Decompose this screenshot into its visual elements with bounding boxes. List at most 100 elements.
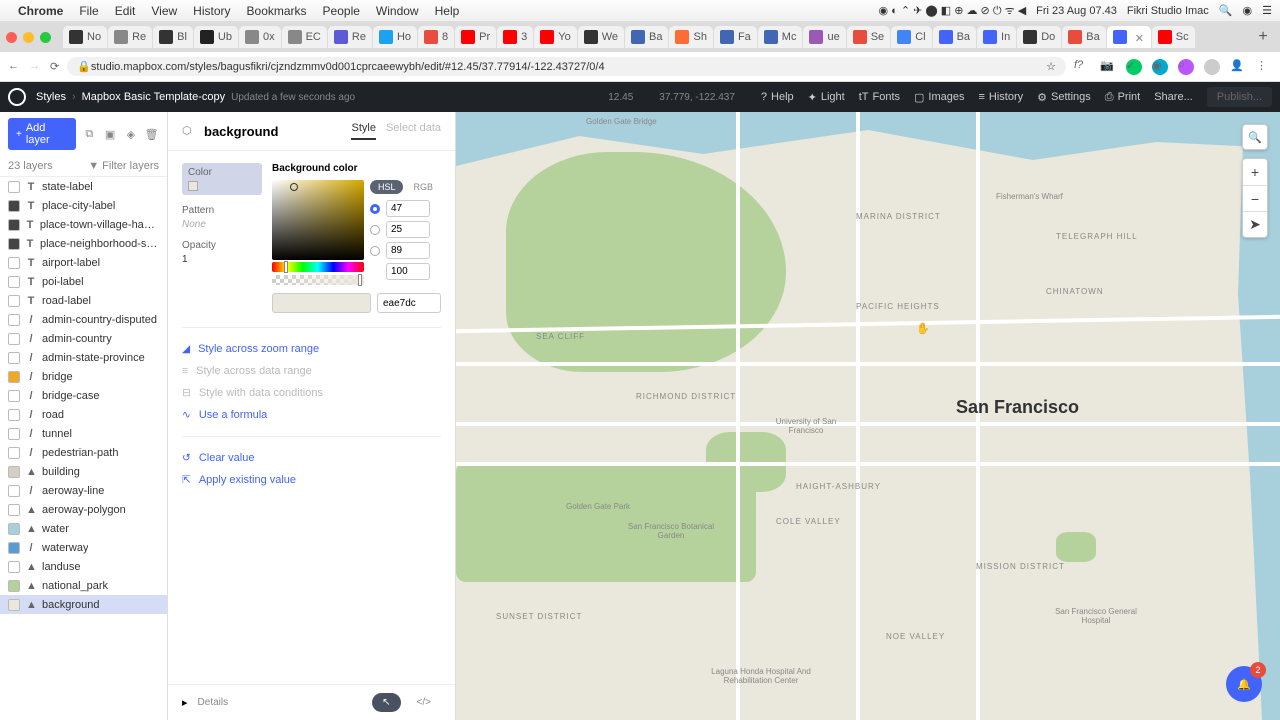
action-zoom-range[interactable]: ◢ Style across zoom range bbox=[182, 338, 441, 360]
layer-item[interactable]: /tunnel bbox=[0, 424, 167, 443]
browser-tab[interactable]: Yo bbox=[534, 26, 576, 48]
browser-tab[interactable]: Re bbox=[108, 26, 152, 48]
settings-button[interactable]: ⚙ Settings bbox=[1037, 91, 1091, 104]
reload-button[interactable]: ⟳ bbox=[50, 60, 59, 73]
browser-tab[interactable]: 0x bbox=[239, 26, 281, 48]
browser-tab[interactable]: Re bbox=[328, 26, 372, 48]
browser-tab[interactable]: Pr bbox=[455, 26, 496, 48]
browser-tab[interactable]: Ba bbox=[625, 26, 668, 48]
siri-icon[interactable]: ◉ bbox=[1243, 4, 1253, 17]
star-icon[interactable]: ☆ bbox=[1046, 60, 1056, 73]
browser-tab[interactable]: ue bbox=[803, 26, 845, 48]
browser-tab[interactable]: Ba bbox=[933, 26, 976, 48]
browser-tab[interactable]: 8 bbox=[418, 26, 454, 48]
forward-button[interactable]: → bbox=[29, 60, 40, 73]
browser-tab[interactable]: ✕ bbox=[1107, 26, 1151, 48]
filter-layers[interactable]: ▼ Filter layers bbox=[88, 160, 159, 172]
compass[interactable]: ➤ bbox=[1243, 211, 1267, 237]
radio-l[interactable] bbox=[370, 246, 380, 256]
menu-window[interactable]: Window bbox=[376, 4, 419, 18]
browser-tab[interactable]: No bbox=[63, 26, 107, 48]
layer-item[interactable]: /bridge bbox=[0, 367, 167, 386]
browser-tab[interactable]: EC bbox=[282, 26, 327, 48]
menu-history[interactable]: History bbox=[193, 4, 230, 18]
browser-tab[interactable]: Do bbox=[1017, 26, 1061, 48]
layer-item[interactable]: Tstate-label bbox=[0, 177, 167, 196]
profile-icon[interactable]: 👤 bbox=[1230, 59, 1246, 75]
mapbox-logo[interactable] bbox=[8, 88, 26, 106]
clock[interactable]: Fri 23 Aug 07.43 bbox=[1036, 5, 1117, 17]
input-a[interactable] bbox=[386, 263, 430, 280]
browser-tab[interactable]: Cl bbox=[891, 26, 931, 48]
browser-tab[interactable]: We bbox=[578, 26, 624, 48]
new-tab-button[interactable]: + bbox=[1252, 26, 1274, 48]
action-apply[interactable]: ⇱ Apply existing value bbox=[182, 469, 441, 491]
minimize-window[interactable] bbox=[23, 32, 34, 43]
breadcrumb-styles[interactable]: Styles bbox=[36, 91, 66, 103]
details-toggle[interactable]: ▸ bbox=[182, 696, 188, 709]
layer-item[interactable]: /admin-state-province bbox=[0, 348, 167, 367]
browser-tab[interactable]: Mc bbox=[758, 26, 803, 48]
back-button[interactable]: ← bbox=[8, 60, 19, 73]
radio-s[interactable] bbox=[370, 225, 380, 235]
input-h[interactable] bbox=[386, 200, 430, 217]
mode-hsl[interactable]: HSL bbox=[370, 180, 404, 194]
action-clear[interactable]: ↺ Clear value bbox=[182, 447, 441, 469]
app-name[interactable]: Chrome bbox=[18, 4, 63, 18]
menu-edit[interactable]: Edit bbox=[115, 4, 136, 18]
status-icons[interactable]: ◉ ◐ ⌃ ✈ ⬤ ◧ ⊕ ☁ ⊘ ⏻ ᯤ ◀ bbox=[879, 3, 1027, 18]
menu-file[interactable]: File bbox=[79, 4, 98, 18]
menu-view[interactable]: View bbox=[151, 4, 177, 18]
layers-icon[interactable]: ◈ bbox=[124, 126, 139, 142]
layer-item[interactable]: /waterway bbox=[0, 538, 167, 557]
layer-item[interactable]: ▲background bbox=[0, 595, 167, 614]
menu-people[interactable]: People bbox=[323, 4, 360, 18]
layer-item[interactable]: ▲building bbox=[0, 462, 167, 481]
layer-item[interactable]: ▲national_park bbox=[0, 576, 167, 595]
action-formula[interactable]: ∿ Use a formula bbox=[182, 404, 441, 426]
layer-item[interactable]: /admin-country-disputed bbox=[0, 310, 167, 329]
layer-item[interactable]: Tpoi-label bbox=[0, 272, 167, 291]
browser-tab[interactable]: Ba bbox=[1062, 26, 1105, 48]
duplicate-icon[interactable]: ⧉ bbox=[82, 126, 97, 142]
layer-item[interactable]: Troad-label bbox=[0, 291, 167, 310]
help-button[interactable]: ? Help bbox=[761, 91, 794, 103]
folder-icon[interactable]: ▣ bbox=[103, 126, 118, 142]
fonts-button[interactable]: tT Fonts bbox=[859, 91, 900, 103]
browser-tab[interactable]: Ho bbox=[373, 26, 417, 48]
menu-bookmarks[interactable]: Bookmarks bbox=[247, 4, 307, 18]
browser-tab[interactable]: Sc bbox=[1152, 26, 1195, 48]
ext-1[interactable]: f? bbox=[1074, 59, 1090, 75]
cursor-mode[interactable]: ↖ bbox=[372, 693, 400, 712]
radio-h[interactable] bbox=[370, 204, 380, 214]
add-layer-button[interactable]: + Add layer bbox=[8, 118, 76, 150]
close-window[interactable] bbox=[6, 32, 17, 43]
layer-item[interactable]: /pedestrian-path bbox=[0, 443, 167, 462]
layer-item[interactable]: /admin-country bbox=[0, 329, 167, 348]
browser-tab[interactable]: 3 bbox=[497, 26, 533, 48]
layer-item[interactable]: ▲aeroway-polygon bbox=[0, 500, 167, 519]
hue-slider[interactable] bbox=[272, 262, 364, 272]
layer-item[interactable]: ▲water bbox=[0, 519, 167, 538]
layer-item[interactable]: Tplace-city-label bbox=[0, 196, 167, 215]
alpha-slider[interactable] bbox=[272, 275, 364, 285]
zoom-out[interactable]: − bbox=[1243, 185, 1267, 211]
hex-input[interactable] bbox=[377, 293, 441, 313]
delete-icon[interactable]: 🗑 bbox=[144, 126, 159, 142]
browser-tab[interactable]: Fa bbox=[714, 26, 757, 48]
panel-back-icon[interactable]: ⬡ bbox=[182, 124, 196, 138]
browser-tab[interactable]: Se bbox=[847, 26, 890, 48]
map-search[interactable]: 🔍 bbox=[1242, 124, 1268, 150]
layer-item[interactable]: /bridge-case bbox=[0, 386, 167, 405]
input-s[interactable] bbox=[386, 221, 430, 238]
prop-opacity[interactable]: Opacity 1 bbox=[182, 240, 262, 265]
prop-color[interactable]: Color bbox=[182, 163, 262, 195]
map-canvas[interactable]: San Francisco MARINA DISTRICT PACIFIC HE… bbox=[456, 112, 1280, 720]
layer-item[interactable]: /road bbox=[0, 405, 167, 424]
ext-6[interactable] bbox=[1204, 59, 1220, 75]
layer-item[interactable]: Tairport-label bbox=[0, 253, 167, 272]
tab-style[interactable]: Style bbox=[351, 122, 375, 140]
saturation-picker[interactable] bbox=[272, 180, 364, 260]
search-icon[interactable]: 🔍 bbox=[1219, 4, 1233, 17]
history-button[interactable]: ≡ History bbox=[979, 91, 1024, 103]
